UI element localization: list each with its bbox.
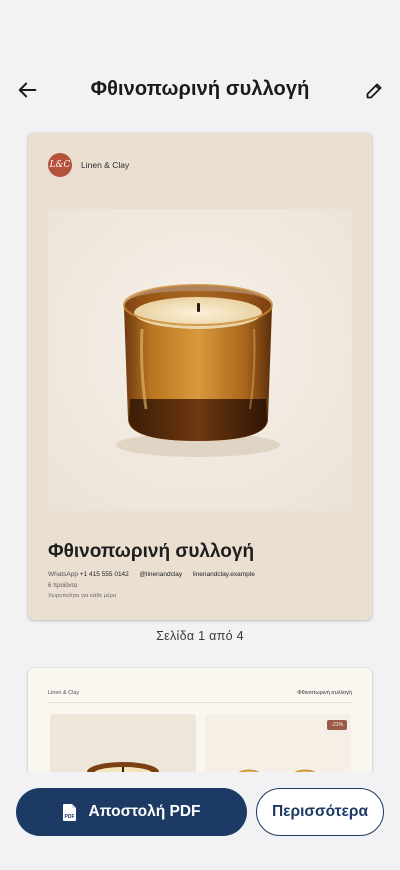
arrow-left-icon xyxy=(18,82,37,98)
edit-button[interactable] xyxy=(360,76,388,104)
hero-product-image xyxy=(48,209,352,511)
catalog-title: Φθινοπωρινή συλλογή xyxy=(48,541,255,562)
brand-logo: L&C xyxy=(48,153,72,177)
send-pdf-label: Αποστολή PDF xyxy=(88,803,201,820)
back-button[interactable] xyxy=(14,76,42,104)
top-app-bar: Φθινοπωρινή συλλογή xyxy=(0,60,400,120)
catalog-preview-screen: Φθινοπωρινή συλλογή L&C Linen & Clay Φθι… xyxy=(0,0,400,870)
discount-badge: -21% xyxy=(327,720,347,730)
page-title: Φθινοπωρινή συλλογή xyxy=(90,78,310,100)
whatsapp-label: WhatsApp xyxy=(48,571,78,578)
svg-text:PDF: PDF xyxy=(65,814,75,820)
page2-brand: Linen & Clay xyxy=(48,690,80,696)
brand-header: L&C Linen & Clay xyxy=(48,153,129,177)
pencil-icon xyxy=(366,83,381,98)
contact-line: WhatsApp +1 415 555 0142 @linenandclay l… xyxy=(48,571,255,578)
page2-title: Φθινοπωρινή συλλογή xyxy=(297,690,352,696)
brand-name: Linen & Clay xyxy=(81,160,130,170)
whatsapp-number: +1 415 555 0142 xyxy=(79,571,129,578)
instagram-handle: @linenandclay xyxy=(139,571,183,578)
send-pdf-button[interactable]: PDF Αποστολή PDF xyxy=(16,788,247,836)
bottom-action-bar: PDF Αποστολή PDF Περισσότερα xyxy=(0,772,400,870)
divider xyxy=(48,702,352,703)
pdf-file-icon: PDF xyxy=(62,803,78,822)
page-indicator: Σελίδα 1 από 4 xyxy=(156,629,244,643)
website: linenandclay.example xyxy=(192,571,255,578)
product-count: 6 προϊόντα xyxy=(48,583,78,589)
catalog-page-1-preview[interactable]: L&C Linen & Clay Φθινοπωρινή συλλογή Wha… xyxy=(28,133,372,620)
more-button[interactable]: Περισσότερα xyxy=(256,788,384,836)
tagline: Χειροποίητα για κάθε μέρα xyxy=(48,593,117,599)
